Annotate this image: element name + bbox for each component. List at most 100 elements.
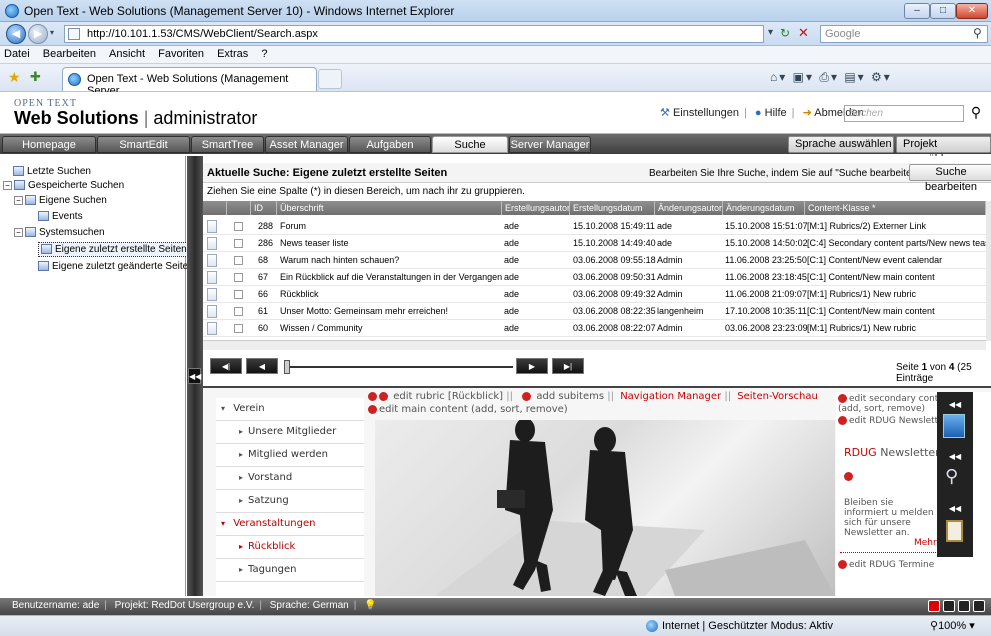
- newsletter-more-link[interactable]: Mehr: [914, 538, 937, 548]
- project-select[interactable]: Projekt auswählen ▾: [896, 136, 991, 165]
- table-row[interactable]: 288 Forum ade 15.10.2008 15:49:11 ade 15…: [203, 218, 986, 235]
- url-dropdown-icon[interactable]: ▾: [768, 27, 773, 38]
- app-search-icon[interactable]: ⚲: [966, 104, 986, 123]
- feeds-icon[interactable]: ▣▾: [793, 70, 814, 84]
- tree-item-gespeicherte-suchen[interactable]: − Gespeicherte Suchen: [3, 180, 124, 191]
- table-row[interactable]: 61 Unser Motto: Gemeinsam mehr erreichen…: [203, 303, 986, 320]
- tab-suche[interactable]: Suche: [432, 136, 508, 153]
- window-icon[interactable]: [943, 600, 955, 612]
- settings-link[interactable]: Einstellungen: [673, 107, 739, 119]
- magnifier-icon[interactable]: ⚲: [945, 466, 958, 487]
- tab-smartedit[interactable]: SmartEdit: [97, 136, 190, 153]
- col-icon[interactable]: [203, 201, 227, 215]
- menu-favoriten[interactable]: Favoriten: [158, 48, 204, 60]
- col-id[interactable]: ID: [251, 201, 277, 215]
- collapse-sidebar-icon[interactable]: ◀◀: [941, 450, 969, 464]
- row-checkbox[interactable]: [234, 324, 243, 333]
- collapse-panel-icon[interactable]: ◀◀: [188, 368, 201, 384]
- edit-rubric-link[interactable]: edit rubric [Rückblick]: [393, 391, 503, 402]
- forward-button[interactable]: ▶: [28, 24, 48, 44]
- group-by-area[interactable]: Ziehen Sie eine Spalte (*) in diesen Ber…: [207, 186, 525, 197]
- row-checkbox[interactable]: [234, 239, 243, 248]
- menu-help[interactable]: ?: [261, 48, 267, 60]
- tab-homepage[interactable]: Homepage: [2, 136, 96, 153]
- edit-newsletter-link[interactable]: edit RDUG Newslette: [838, 416, 944, 426]
- tree-item-events[interactable]: Events: [38, 211, 83, 222]
- page-menu-icon[interactable]: ▤▾: [844, 70, 865, 84]
- last-page-button[interactable]: ▶|: [552, 358, 584, 374]
- vertical-scrollbar[interactable]: [986, 201, 991, 341]
- newsletter-edit-icon[interactable]: [844, 472, 855, 482]
- table-row[interactable]: 286 News teaser liste ade 15.10.2008 14:…: [203, 235, 986, 252]
- stop-icon[interactable]: ✕: [798, 25, 809, 41]
- tab-smarttree[interactable]: SmartTree: [191, 136, 264, 153]
- page-slider-thumb[interactable]: [284, 360, 290, 374]
- collapse-sidebar-icon[interactable]: ◀◀: [941, 398, 969, 412]
- table-row[interactable]: 68 Warum nach hinten schauen? ade 03.06.…: [203, 252, 986, 269]
- search-icon[interactable]: ⚲: [973, 26, 982, 40]
- info-icon[interactable]: [973, 600, 985, 612]
- collapse-toggle-icon[interactable]: −: [3, 180, 12, 190]
- browser-search-input[interactable]: Google: [820, 25, 988, 43]
- preview-nav-item[interactable]: ▸ Unsere Mitglieder: [216, 421, 364, 444]
- menu-extras[interactable]: Extras: [217, 48, 248, 60]
- col-modified[interactable]: Änderungsdatum: [723, 201, 805, 215]
- clipboard-icon[interactable]: [946, 520, 963, 542]
- col-created[interactable]: Erstellungsdatum: [570, 201, 655, 215]
- next-page-button[interactable]: ▶: [516, 358, 548, 374]
- tab-asset-manager[interactable]: Asset Manager: [265, 136, 348, 153]
- preview-nav-verein[interactable]: ▾ Verein: [216, 398, 364, 421]
- cube-icon[interactable]: [943, 414, 965, 438]
- tree-item-eigene-suchen[interactable]: − Eigene Suchen: [14, 195, 107, 206]
- bulb-icon[interactable]: 💡: [364, 600, 376, 611]
- collapse-toggle-icon[interactable]: −: [14, 195, 23, 205]
- page-preview-link[interactable]: Seiten-Vorschau: [737, 391, 818, 402]
- row-checkbox[interactable]: [234, 290, 243, 299]
- menu-bearbeiten[interactable]: Bearbeiten: [43, 48, 96, 60]
- print-icon[interactable]: ⎙▾: [819, 70, 839, 84]
- tab-server-manager[interactable]: Server Manager: [509, 136, 591, 153]
- new-tab-button[interactable]: [318, 69, 342, 89]
- help-link[interactable]: Hilfe: [765, 107, 787, 119]
- close-window-button[interactable]: ✕: [956, 3, 988, 19]
- favorites-star-icon[interactable]: ★: [8, 69, 21, 86]
- edit-secondary-link[interactable]: edit secondary conte: [838, 394, 944, 404]
- preview-nav-item[interactable]: ▸ Mitglied werden: [216, 444, 364, 467]
- preview-nav-item[interactable]: ▸ Satzung: [216, 490, 364, 513]
- tools-gear-icon[interactable]: ⚙▾: [871, 70, 892, 84]
- row-checkbox[interactable]: [234, 256, 243, 265]
- back-button[interactable]: ◀: [6, 24, 26, 44]
- table-row[interactable]: 66 Rückblick ade 03.06.2008 09:49:32 Adm…: [203, 286, 986, 303]
- col-class[interactable]: Content-Klasse *: [805, 201, 986, 215]
- menu-datei[interactable]: Datei: [4, 48, 30, 60]
- col-author[interactable]: Erstellungsautor *: [502, 201, 570, 215]
- first-page-button[interactable]: ◀|: [210, 358, 242, 374]
- security-zone[interactable]: Internet | Geschützter Modus: Aktiv: [662, 616, 833, 636]
- tree-item-letzte-suchen[interactable]: Letzte Suchen: [13, 166, 91, 177]
- navigation-manager-link[interactable]: Navigation Manager: [620, 391, 721, 402]
- edit-search-button[interactable]: Suche bearbeiten: [909, 164, 991, 193]
- table-row[interactable]: 67 Ein Rückblick auf die Veranstaltungen…: [203, 269, 986, 286]
- minimize-button[interactable]: –: [904, 3, 930, 19]
- tree-item-zuletzt-erstellt[interactable]: Eigene zuletzt erstellte Seiten: [38, 242, 190, 257]
- edit-main-content-link[interactable]: edit main content (add, sort, remove): [379, 404, 568, 415]
- preview-nav-item-active[interactable]: ▸ Rückblick: [216, 536, 364, 559]
- app-search-input[interactable]: Suchen: [844, 105, 964, 122]
- browser-tab[interactable]: Open Text - Web Solutions (Management Se…: [62, 67, 317, 97]
- edit-termine-link[interactable]: edit RDUG Termine: [838, 560, 934, 570]
- page-slider-track[interactable]: [285, 366, 513, 368]
- language-select[interactable]: Sprache auswählen ▾: [788, 136, 894, 165]
- history-dropdown-icon[interactable]: ▾: [50, 28, 54, 37]
- preview-nav-item[interactable]: ▸ Vorstand: [216, 467, 364, 490]
- preview-nav-item[interactable]: ▸ Tagungen: [216, 559, 364, 582]
- add-favorite-icon[interactable]: ✚: [30, 69, 41, 85]
- maximize-button[interactable]: □: [930, 3, 956, 19]
- table-row[interactable]: 60 Wissen / Community ade 03.06.2008 08:…: [203, 320, 986, 337]
- zoom-level[interactable]: ⚲100% ▾: [930, 616, 975, 636]
- col-check[interactable]: [227, 201, 251, 215]
- row-checkbox[interactable]: [234, 273, 243, 282]
- row-checkbox[interactable]: [234, 307, 243, 316]
- row-checkbox[interactable]: [234, 222, 243, 231]
- col-title[interactable]: Überschrift: [277, 201, 502, 215]
- home-icon[interactable]: ⌂▾: [770, 70, 787, 84]
